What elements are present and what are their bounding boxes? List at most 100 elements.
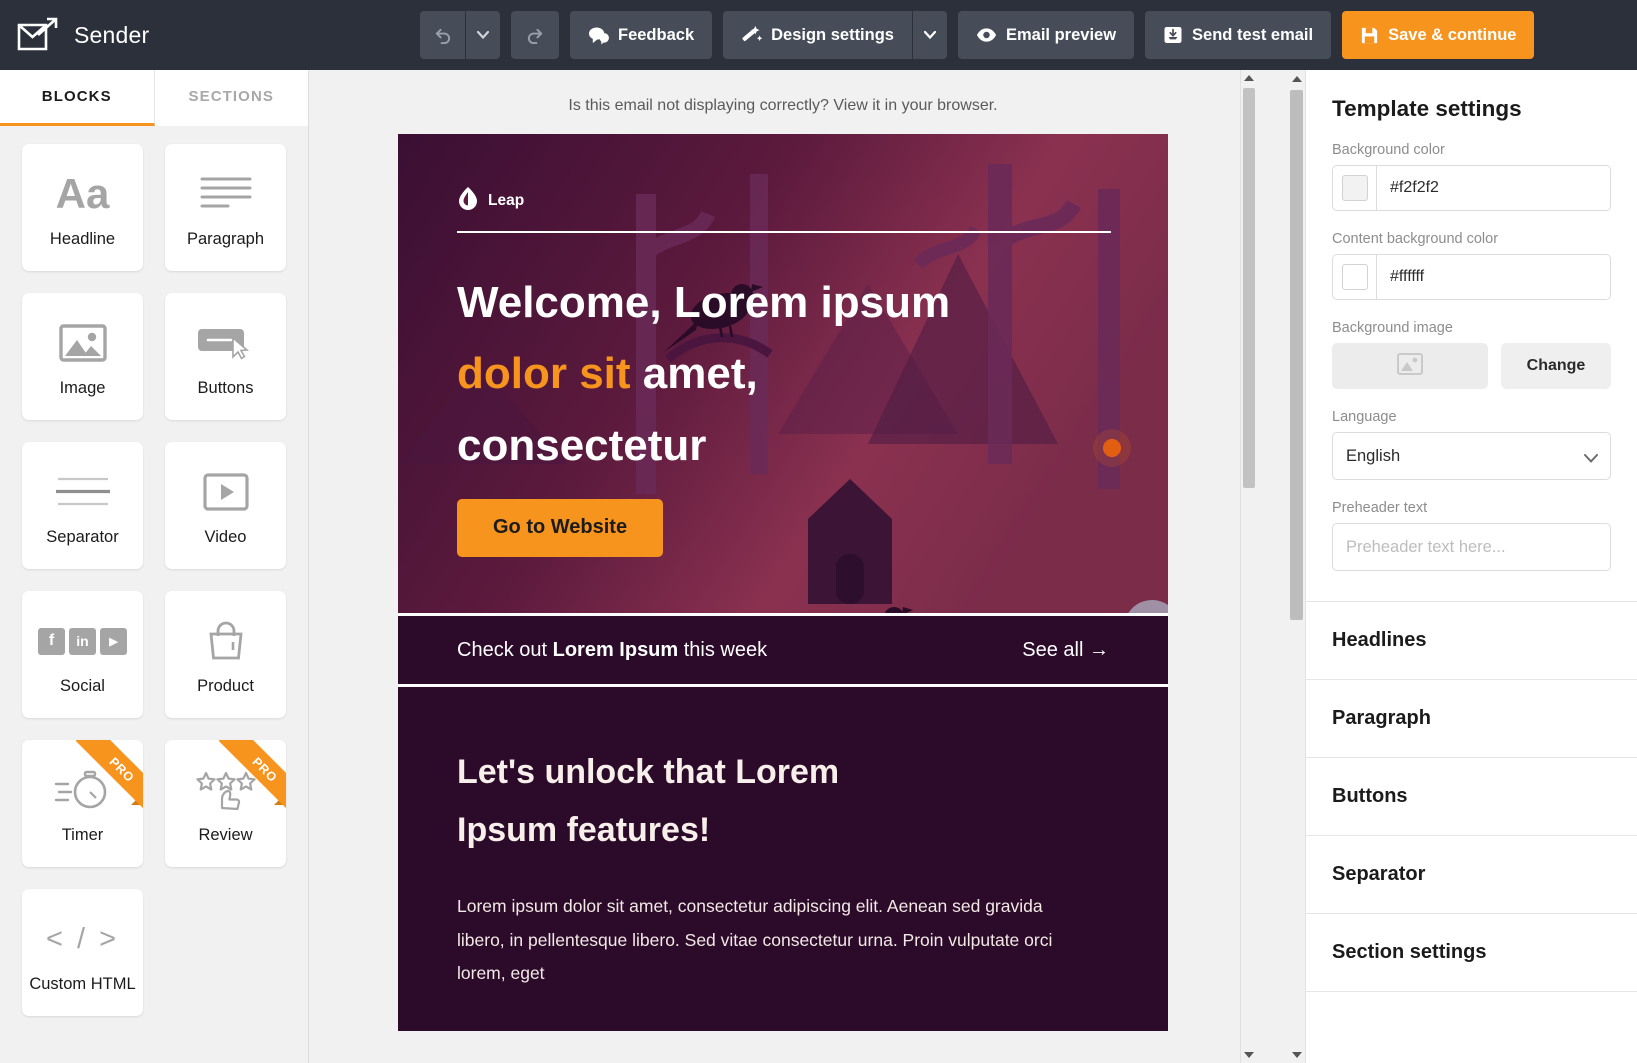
send-test-email-button[interactable]: Send test email (1145, 11, 1331, 59)
body-heading[interactable]: Let's unlock that Lorem Ipsum features! (457, 743, 927, 860)
top-toolbar: Sender (0, 0, 1637, 70)
email-preview-label: Email preview (1006, 26, 1116, 45)
promo-text-bold: Lorem Ipsum (553, 639, 679, 661)
block-product[interactable]: Product (165, 591, 286, 718)
body-section[interactable]: Let's unlock that Lorem Ipsum features! … (398, 687, 1168, 1031)
settings-scrollbar[interactable] (1288, 70, 1305, 1063)
design-settings-button[interactable]: Design settings (723, 11, 913, 59)
body-paragraph[interactable]: Lorem ipsum dolor sit amet, consectetur … (457, 890, 1067, 991)
save-disk-icon (1360, 26, 1379, 45)
tab-blocks[interactable]: BLOCKS (0, 70, 155, 126)
content-background-color-input[interactable] (1377, 255, 1610, 299)
change-background-image-button[interactable]: Change (1501, 343, 1611, 389)
block-custom-html[interactable]: < / > Custom HTML (22, 889, 143, 1016)
button-cursor-icon (197, 314, 255, 372)
send-test-email-label: Send test email (1192, 26, 1313, 45)
tab-sections-label: SECTIONS (189, 88, 274, 105)
language-label: Language (1332, 409, 1611, 425)
email-preview-button[interactable]: Email preview (958, 11, 1134, 59)
canvas-scroll-up-arrow[interactable] (1241, 70, 1256, 86)
block-separator[interactable]: Separator (22, 442, 143, 569)
stopwatch-icon (54, 761, 112, 819)
block-image[interactable]: Image (22, 293, 143, 420)
promo-text-after: this week (678, 639, 767, 661)
stars-hand-icon (195, 761, 257, 819)
background-color-label: Background color (1332, 142, 1611, 158)
background-image-label: Background image (1332, 320, 1611, 336)
preheader-input[interactable] (1332, 523, 1611, 571)
block-video[interactable]: Video (165, 442, 286, 569)
toolbar-buttons: Feedback Design settings (420, 11, 1534, 59)
accordion-item-separator[interactable]: Separator (1306, 836, 1637, 914)
see-all-link[interactable]: See all → (1022, 639, 1109, 662)
block-label: Image (60, 378, 106, 398)
design-settings-dropdown[interactable] (913, 11, 947, 59)
chevron-down-icon (924, 31, 936, 39)
block-grid: Aa Headline Paragraph (0, 126, 308, 1034)
design-settings-split-button: Design settings (723, 11, 947, 59)
content-background-color-field: Content background color (1332, 231, 1611, 300)
undo-history-dropdown[interactable] (466, 11, 500, 59)
headline-part-1: Welcome, Lorem ipsum (457, 278, 950, 327)
redo-icon (526, 26, 545, 45)
background-color-swatch (1342, 175, 1368, 201)
tab-blocks-label: BLOCKS (42, 88, 112, 105)
block-label: Headline (50, 229, 115, 249)
background-image-dropzone[interactable] (1332, 343, 1488, 389)
go-to-website-button[interactable]: Go to Website (457, 499, 663, 557)
settings-accordion: Headlines Paragraph Buttons Separator Se… (1306, 601, 1637, 992)
promo-strip[interactable]: Check out Lorem Ipsum this week See all … (398, 613, 1168, 687)
accordion-item-paragraph[interactable]: Paragraph (1306, 680, 1637, 758)
background-color-input[interactable] (1377, 166, 1610, 210)
background-color-swatch-button[interactable] (1333, 166, 1377, 210)
settings-scroll-thumb[interactable] (1290, 90, 1303, 620)
settings-form: Template settings Background color Conte… (1306, 70, 1637, 571)
image-icon (59, 314, 107, 372)
block-label: Custom HTML (29, 974, 135, 994)
canvas-scroll-down-arrow[interactable] (1241, 1047, 1256, 1063)
redo-button[interactable] (511, 11, 559, 59)
block-label: Buttons (198, 378, 254, 398)
block-review[interactable]: PRO Review (165, 740, 286, 867)
feedback-label: Feedback (618, 26, 694, 45)
undo-icon (433, 26, 452, 45)
block-timer[interactable]: PRO Timer (22, 740, 143, 867)
panel-title: Template settings (1332, 96, 1611, 122)
accordion-item-section-settings[interactable]: Section settings (1306, 914, 1637, 992)
content-background-color-swatch-button[interactable] (1333, 255, 1377, 299)
settings-scroll-up-arrow[interactable] (1288, 70, 1305, 87)
block-social[interactable]: f in ▶ Social (22, 591, 143, 718)
block-paragraph[interactable]: Paragraph (165, 144, 286, 271)
email-brand: Leap (457, 186, 1128, 215)
undo-button[interactable] (420, 11, 466, 59)
code-icon: < / > (46, 910, 119, 968)
hero-content: Leap Welcome, Lorem ipsum dolor sit amet… (457, 186, 1128, 557)
sidebar-tabs: BLOCKS SECTIONS (0, 70, 308, 126)
language-select[interactable]: English (1332, 432, 1611, 480)
block-label: Review (198, 825, 252, 845)
image-placeholder-icon (1397, 353, 1423, 380)
block-headline[interactable]: Aa Headline (22, 144, 143, 271)
hero-headline[interactable]: Welcome, Lorem ipsum dolor sit amet, con… (457, 267, 1017, 481)
comment-icon (588, 26, 609, 45)
block-label: Timer (62, 825, 104, 845)
preheader-label: Preheader text (1332, 500, 1611, 516)
email-brand-name: Leap (488, 192, 524, 210)
accordion-item-headlines[interactable]: Headlines (1306, 602, 1637, 680)
paragraph-lines-icon (198, 165, 254, 223)
hero-divider (457, 231, 1111, 233)
canvas-scroll-thumb[interactable] (1243, 88, 1255, 488)
save-continue-button[interactable]: Save & continue (1342, 11, 1534, 59)
canvas-scrollbar[interactable] (1240, 70, 1256, 1063)
settings-scroll-down-arrow[interactable] (1288, 1046, 1305, 1063)
inbox-icon (1163, 25, 1183, 45)
feedback-button[interactable]: Feedback (570, 11, 712, 59)
email-template: Leap Welcome, Lorem ipsum dolor sit amet… (398, 134, 1168, 1031)
blocks-sidebar: BLOCKS SECTIONS Aa Headline Paragraph (0, 70, 309, 1063)
hero-section[interactable]: Leap Welcome, Lorem ipsum dolor sit amet… (398, 134, 1168, 613)
tab-sections[interactable]: SECTIONS (155, 70, 309, 126)
block-buttons[interactable]: Buttons (165, 293, 286, 420)
video-play-icon (203, 463, 249, 521)
accordion-item-buttons[interactable]: Buttons (1306, 758, 1637, 836)
block-label: Paragraph (187, 229, 264, 249)
